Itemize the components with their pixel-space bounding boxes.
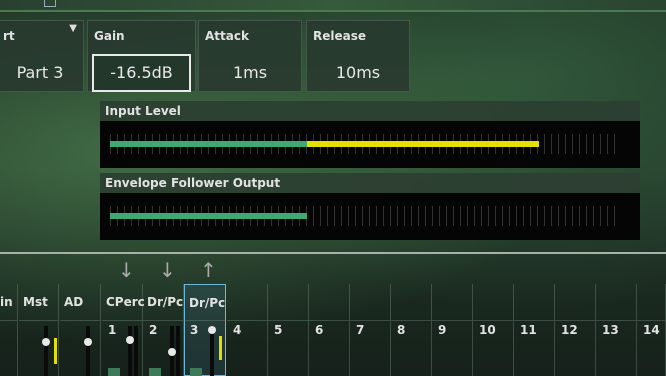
fader-knob[interactable]: [168, 348, 176, 356]
strip-header[interactable]: CPerc: [102, 284, 145, 320]
strip-channel[interactable]: [0, 320, 18, 376]
envelope-green-bar: [110, 213, 307, 219]
strip-header[interactable]: Mst: [19, 284, 59, 320]
strip-header[interactable]: in: [0, 284, 18, 320]
part-indicator: [190, 368, 202, 376]
strip-channel-number[interactable]: 10: [473, 320, 514, 376]
strip-channel-number[interactable]: 13: [596, 320, 637, 376]
part-indicator: [108, 368, 120, 376]
mixer-panel: in Mst AD CPerc Dr/Pc Dr/Pc 1 2 3 4 5 6 …: [0, 284, 666, 376]
input-level-yellow-bar: [306, 141, 540, 147]
fader-knob[interactable]: [84, 338, 92, 346]
part-indicator: [149, 368, 161, 376]
attack-label: Attack: [205, 29, 249, 43]
down-arrow-icon: ↓: [159, 258, 176, 282]
strip-header[interactable]: [555, 284, 596, 320]
strip-header[interactable]: [309, 284, 350, 320]
gain-value[interactable]: -16.5dB: [92, 54, 191, 92]
strip-header[interactable]: [432, 284, 473, 320]
up-arrow-icon: ↑: [200, 258, 217, 282]
strip-header[interactable]: [268, 284, 309, 320]
gain-label: Gain: [94, 29, 125, 43]
strip-channel-number[interactable]: 7: [350, 320, 391, 376]
strip-channel-number[interactable]: 4: [227, 320, 268, 376]
fader-knob[interactable]: [126, 336, 134, 344]
strip-channel-number[interactable]: 14: [637, 320, 666, 376]
envelope-output-label: Envelope Follower Output: [100, 173, 640, 193]
strip-channel-number[interactable]: 12: [555, 320, 596, 376]
strip-channel-number[interactable]: 9: [432, 320, 473, 376]
input-level-green-bar: [110, 141, 307, 147]
strip-header[interactable]: [473, 284, 514, 320]
window-icon: [44, 0, 56, 7]
strip-header[interactable]: [350, 284, 391, 320]
part-value: Part 3: [16, 63, 64, 82]
strip-channel[interactable]: [60, 320, 101, 376]
fader: [134, 326, 138, 376]
strip-header[interactable]: Dr/Pc: [143, 284, 184, 320]
attack-value[interactable]: 1ms: [199, 55, 301, 91]
dropdown-triangle-icon: ▼: [69, 23, 77, 34]
strip-channel-number[interactable]: 6: [309, 320, 350, 376]
strip-header[interactable]: [637, 284, 666, 320]
strip-header[interactable]: [227, 284, 268, 320]
envelope-output-meter: [100, 193, 640, 240]
fader[interactable]: [42, 326, 50, 376]
strip-channel[interactable]: [19, 320, 59, 376]
part-selector[interactable]: rt ▼ Part 3: [0, 20, 84, 92]
fader-knob[interactable]: [42, 338, 50, 346]
level-meter: [219, 336, 222, 360]
strip-header[interactable]: [596, 284, 637, 320]
gain-control[interactable]: Gain -16.5dB: [87, 20, 196, 92]
fader[interactable]: [168, 326, 176, 376]
strip-channel-number[interactable]: 8: [391, 320, 432, 376]
level-meter: [54, 338, 57, 364]
input-level-meter: [100, 121, 640, 168]
release-value[interactable]: 10ms: [307, 55, 409, 91]
strip-header[interactable]: [391, 284, 432, 320]
fader[interactable]: [208, 326, 216, 376]
part-label: rt: [3, 29, 15, 43]
attack-control[interactable]: Attack 1ms: [198, 20, 302, 92]
section-divider: [0, 252, 666, 254]
fader[interactable]: [84, 326, 92, 376]
fader-knob[interactable]: [208, 326, 216, 334]
title-bar: [0, 0, 666, 12]
down-arrow-icon: ↓: [118, 258, 135, 282]
strip-header[interactable]: [514, 284, 555, 320]
release-control[interactable]: Release 10ms: [306, 20, 410, 92]
strip-channel-number[interactable]: 11: [514, 320, 555, 376]
fader[interactable]: [126, 326, 134, 376]
release-label: Release: [313, 29, 367, 43]
fader: [176, 326, 180, 376]
strip-header[interactable]: AD: [60, 284, 101, 320]
input-level-label: Input Level: [100, 101, 640, 121]
strip-channel-number[interactable]: 5: [268, 320, 309, 376]
